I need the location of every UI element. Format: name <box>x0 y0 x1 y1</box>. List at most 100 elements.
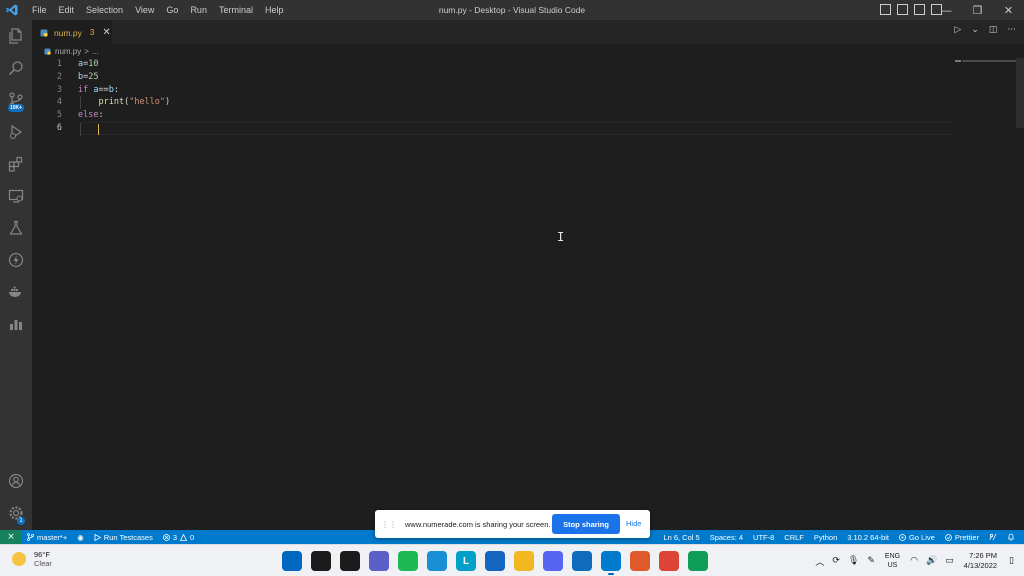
menu-selection[interactable]: Selection <box>80 0 129 20</box>
code-line[interactable] <box>78 121 953 136</box>
notification-center-icon[interactable]: ▯ <box>1009 556 1014 566</box>
drag-handle-icon[interactable]: ⋮⋮ <box>381 520 397 529</box>
breadcrumb-separator: > <box>84 46 89 56</box>
extensions-icon[interactable] <box>0 150 32 178</box>
code-line[interactable]: b=25 <box>78 71 953 84</box>
search-icon[interactable] <box>0 54 32 82</box>
menu-go[interactable]: Go <box>160 0 184 20</box>
code-line[interactable]: a=10 <box>78 58 953 71</box>
mail-icon[interactable] <box>572 551 592 571</box>
share-message: www.numerade.com is sharing your screen. <box>405 519 551 529</box>
minimize-button[interactable]: — <box>931 0 962 20</box>
code-token: 25 <box>88 71 99 82</box>
toggle-panel-icon[interactable] <box>897 4 908 15</box>
weather-sun-icon <box>12 552 26 566</box>
hide-link[interactable]: Hide <box>626 510 641 538</box>
code-line[interactable]: if a==b: <box>78 84 953 97</box>
branch-indicator[interactable]: master*+ <box>22 533 72 542</box>
matlab-icon[interactable] <box>630 551 650 571</box>
code-line[interactable]: else: <box>78 109 953 122</box>
menu-help[interactable]: Help <box>259 0 290 20</box>
chrome-alt-icon[interactable] <box>688 551 708 571</box>
breadcrumb-symbols[interactable]: ... <box>92 47 99 56</box>
run-file-icon[interactable]: ▷ <box>954 25 961 35</box>
volume-icon[interactable]: 🔊 <box>926 556 937 566</box>
stop-sharing-button[interactable]: Stop sharing <box>552 514 620 534</box>
spotify-icon[interactable] <box>398 551 418 571</box>
menu-run[interactable]: Run <box>184 0 213 20</box>
toggle-secondary-sidebar-icon[interactable] <box>914 4 925 15</box>
show-hidden-icons-chevron-icon[interactable]: ︿ <box>815 555 824 568</box>
menu-terminal[interactable]: Terminal <box>213 0 259 20</box>
end-of-line[interactable]: CRLF <box>779 533 809 542</box>
editor-actions: ▷ ⌄ ◫ ··· <box>954 25 1016 35</box>
toggle-sidebar-icon[interactable] <box>880 4 891 15</box>
remote-explorer-icon[interactable] <box>0 182 32 210</box>
pen-icon[interactable]: ✎ <box>867 556 875 566</box>
restore-button[interactable]: ❐ <box>962 0 993 20</box>
go-live-button[interactable]: Go Live <box>894 533 940 542</box>
clock-time: 7:26 PM <box>969 551 998 560</box>
gear-icon[interactable]: 1 <box>0 499 32 527</box>
menu-view[interactable]: View <box>129 0 160 20</box>
close-window-button[interactable]: ✕ <box>993 0 1024 20</box>
error-icon <box>162 533 170 541</box>
feedback-icon[interactable] <box>984 533 1002 541</box>
remote-indicator-icon[interactable]: ⨯ <box>0 530 22 544</box>
notifications-bell-icon[interactable] <box>1002 533 1020 541</box>
python-interpreter[interactable]: 3.10.2 64-bit <box>842 533 894 542</box>
vscode-logo-icon[interactable] <box>2 0 22 20</box>
language-mode[interactable]: Python <box>809 533 842 542</box>
docker-icon[interactable] <box>0 278 32 306</box>
split-editor-icon[interactable]: ◫ <box>989 25 998 35</box>
lightning-icon[interactable] <box>0 246 32 274</box>
files-icon[interactable] <box>0 22 32 50</box>
battery-icon[interactable]: ▭ <box>945 556 954 566</box>
sync-icon[interactable]: ◉ <box>72 533 89 542</box>
search-icon[interactable] <box>311 551 331 571</box>
wifi-icon[interactable]: ◠ <box>910 556 918 566</box>
clock[interactable]: 7:26 PM 4/13/2022 <box>964 551 997 571</box>
windows-taskbar: 96°F Clear L ︿ ⟳ 🎙 ✎ ENG US ◠ 🔊 ▭ 7:26 P… <box>0 544 1024 576</box>
account-icon[interactable] <box>0 467 32 495</box>
prettier-label: Prettier <box>954 532 979 542</box>
sync-tray-icon[interactable]: ⟳ <box>832 556 840 566</box>
vscode-icon[interactable] <box>601 551 621 575</box>
more-actions-icon[interactable]: ··· <box>1007 25 1016 35</box>
run-menu-chevron-icon[interactable]: ⌄ <box>971 25 979 35</box>
menu-edit[interactable]: Edit <box>53 0 81 20</box>
tab-num-py[interactable]: num.py 3 ✕ <box>32 20 112 44</box>
code-line[interactable]: print("hello") <box>78 96 953 110</box>
chat-icon[interactable] <box>369 551 389 571</box>
edge-icon[interactable] <box>427 551 447 571</box>
cursor-position[interactable]: Ln 6, Col 5 <box>658 533 704 542</box>
vertical-scrollbar[interactable] <box>1016 58 1024 128</box>
title-bar: File Edit Selection View Go Run Terminal Help n… <box>0 0 1024 20</box>
run-debug-icon[interactable] <box>0 118 32 146</box>
discord-icon[interactable] <box>543 551 563 571</box>
l-app-icon[interactable]: L <box>456 551 476 571</box>
chrome-icon[interactable] <box>659 551 679 571</box>
problems-indicator[interactable]: 3 0 <box>158 533 199 542</box>
run-testcases-button[interactable]: Run Testcases <box>89 533 158 542</box>
code-area[interactable]: a=10 b=25 if a==b: print("hello") else: <box>78 58 953 136</box>
file-explorer-icon[interactable] <box>514 551 534 571</box>
input-language[interactable]: ENG US <box>885 552 900 570</box>
code-editor[interactable]: 1 2 3 4 56 a=10 b=25 if a==b: print("hello") el… <box>32 58 1024 530</box>
testing-icon[interactable] <box>0 214 32 242</box>
code-token: : <box>113 84 119 95</box>
chart-icon[interactable] <box>0 310 32 338</box>
prettier-button[interactable]: Prettier <box>940 533 984 542</box>
weather-widget[interactable]: 96°F Clear <box>12 550 52 568</box>
breadcrumb-file[interactable]: num.py <box>55 47 81 56</box>
task-view-icon[interactable] <box>340 551 360 571</box>
file-encoding[interactable]: UTF-8 <box>748 533 779 542</box>
close-tab-icon[interactable]: ✕ <box>102 27 110 38</box>
minimap-slider[interactable] <box>955 60 961 62</box>
indentation[interactable]: Spaces: 4 <box>705 533 748 542</box>
calendar-icon[interactable] <box>485 551 505 571</box>
menu-file[interactable]: File <box>26 0 53 20</box>
start-icon[interactable] <box>282 551 302 571</box>
source-control-icon[interactable]: 10K+ <box>0 86 32 114</box>
microphone-icon[interactable]: 🎙 <box>848 556 859 566</box>
